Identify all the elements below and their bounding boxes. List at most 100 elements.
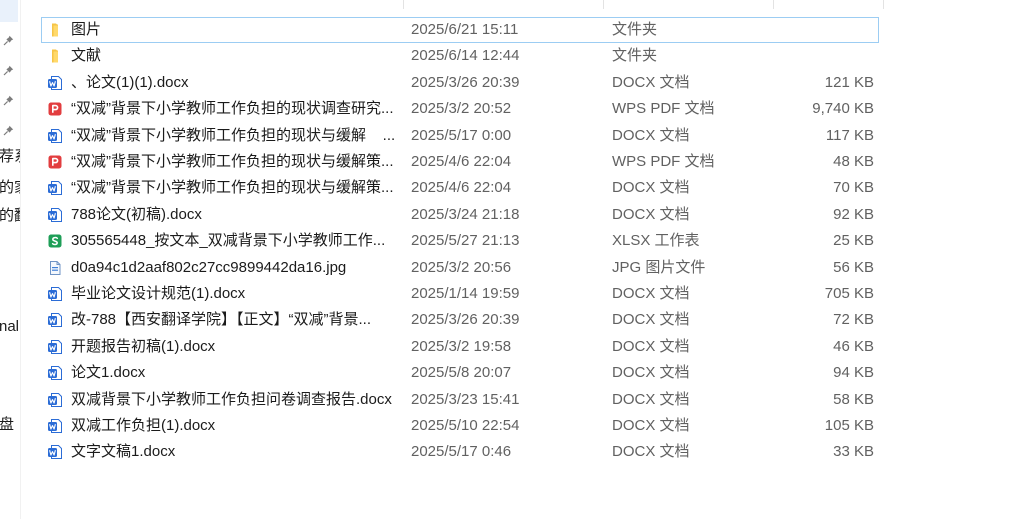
file-size: 121 KB xyxy=(824,73,874,91)
file-size: 46 KB xyxy=(833,337,874,355)
file-date-modified: 2025/5/17 0:46 xyxy=(411,443,512,461)
file-date-modified: 2025/3/24 21:18 xyxy=(411,205,520,223)
file-date-modified: 2025/4/6 22:04 xyxy=(411,153,512,170)
file-type: DOCX 文档 xyxy=(612,126,690,144)
file-name: “双减”背景下小学教师工作负担的现状与缓解 ... xyxy=(71,126,396,144)
pin-icon[interactable] xyxy=(3,95,14,106)
word-doc-icon xyxy=(47,444,63,460)
nav-item-label[interactable]: 荐系 xyxy=(0,148,20,166)
pin-icon[interactable] xyxy=(3,125,14,136)
file-size: 56 KB xyxy=(833,258,874,276)
pdf-doc-icon xyxy=(47,154,63,170)
file-type: DOCX 文档 xyxy=(612,443,690,461)
word-doc-icon xyxy=(47,392,63,408)
file-type: DOCX 文档 xyxy=(612,285,690,302)
file-type: DOCX 文档 xyxy=(612,417,690,434)
file-row[interactable]: 双减背景下小学教师工作负担问卷调查报告.docx 2025/3/23 15:41 D… xyxy=(41,387,879,413)
file-date-modified: 2025/1/14 19:59 xyxy=(411,285,520,302)
file-name: 开题报告初稿(1).docx xyxy=(71,337,216,355)
file-row[interactable]: “双减”背景下小学教师工作负担的现状与缓解策... 2025/4/6 22:04 D… xyxy=(41,175,879,201)
file-type: 文件夹 xyxy=(612,47,658,65)
file-size: 25 KB xyxy=(833,232,874,250)
word-doc-icon xyxy=(47,180,63,196)
file-date-modified: 2025/3/2 20:56 xyxy=(411,258,512,276)
file-type: DOCX 文档 xyxy=(612,179,690,197)
navigation-pane: 荐系 的家 的翻 nal 盘 xyxy=(0,0,21,519)
file-row[interactable]: “双减”背景下小学教师工作负担的现状与缓解 ... 2025/5/17 0:00 D… xyxy=(41,123,879,149)
file-date-modified: 2025/5/17 0:00 xyxy=(411,126,512,144)
file-name: d0a94c1d2aaf802c27cc9899442da16.jpg xyxy=(71,258,347,276)
file-list: 图片 2025/6/21 15:11 文件夹 文献 2025/6/14 12:44 文件… xyxy=(41,17,879,469)
pin-icon[interactable] xyxy=(3,65,14,76)
file-date-modified: 2025/6/21 15:11 xyxy=(411,21,519,38)
file-type: WPS PDF 文档 xyxy=(612,153,715,170)
nav-item-label[interactable]: 盘 xyxy=(0,416,14,434)
file-name: “双减”背景下小学教师工作负担的现状与缓解策... xyxy=(71,153,394,170)
word-doc-icon xyxy=(47,128,63,144)
column-divider[interactable] xyxy=(403,0,404,9)
word-doc-icon xyxy=(47,286,63,302)
file-row[interactable]: 开题报告初稿(1).docx 2025/3/2 19:58 DOCX 文档 46 KB xyxy=(41,334,879,360)
pin-icon[interactable] xyxy=(3,35,14,46)
file-type: 文件夹 xyxy=(612,21,658,38)
column-divider[interactable] xyxy=(773,0,774,9)
file-row[interactable]: 毕业论文设计规范(1).docx 2025/1/14 19:59 DOCX 文档 70… xyxy=(41,281,879,307)
column-divider[interactable] xyxy=(883,0,884,9)
file-row[interactable]: 、论文(1)(1).docx 2025/3/26 20:39 DOCX 文档 121 … xyxy=(41,70,879,96)
file-size: 705 KB xyxy=(824,285,874,302)
spreadsheet-icon xyxy=(47,233,63,249)
file-name: 305565448_按文本_双减背景下小学教师工作... xyxy=(71,232,386,250)
file-row[interactable]: “双减”背景下小学教师工作负担的现状调查研究... 2025/3/2 20:52 W… xyxy=(41,96,879,122)
file-row[interactable]: 图片 2025/6/21 15:11 文件夹 xyxy=(41,17,879,43)
pdf-doc-icon xyxy=(47,101,63,117)
nav-item-label[interactable]: 的家 xyxy=(0,179,20,197)
file-size: 92 KB xyxy=(833,205,874,223)
file-row[interactable]: 文献 2025/6/14 12:44 文件夹 xyxy=(41,43,879,69)
file-type: DOCX 文档 xyxy=(612,390,690,408)
file-row[interactable]: 改-788【西安翻译学院】【正文】“双减”背景... 2025/3/26 20:3… xyxy=(41,307,879,333)
file-row[interactable]: “双减”背景下小学教师工作负担的现状与缓解策... 2025/4/6 22:04 W… xyxy=(41,149,879,175)
file-row[interactable]: 双减工作负担(1).docx 2025/5/10 22:54 DOCX 文档 105 … xyxy=(41,413,879,439)
file-name: “双减”背景下小学教师工作负担的现状与缓解策... xyxy=(71,179,394,197)
file-type: WPS PDF 文档 xyxy=(612,100,715,118)
word-doc-icon xyxy=(47,207,63,223)
file-row[interactable]: d0a94c1d2aaf802c27cc9899442da16.jpg 2025/… xyxy=(41,255,879,281)
file-row[interactable]: 788论文(初稿).docx 2025/3/24 21:18 DOCX 文档 92 K… xyxy=(41,202,879,228)
file-date-modified: 2025/6/14 12:44 xyxy=(411,47,520,65)
file-type: DOCX 文档 xyxy=(612,337,690,355)
file-name: “双减”背景下小学教师工作负担的现状调查研究... xyxy=(71,100,394,118)
file-row[interactable]: 论文1.docx 2025/5/8 20:07 DOCX 文档 94 KB xyxy=(41,360,879,386)
file-date-modified: 2025/5/8 20:07 xyxy=(411,364,512,382)
nav-item-label[interactable]: 的翻 xyxy=(0,207,20,225)
file-type: JPG 图片文件 xyxy=(612,258,706,276)
nav-selected-item[interactable] xyxy=(0,0,18,22)
folder-icon xyxy=(47,48,63,64)
file-date-modified: 2025/5/27 21:13 xyxy=(411,232,520,250)
word-doc-icon xyxy=(47,312,63,328)
file-date-modified: 2025/3/23 15:41 xyxy=(411,390,520,408)
word-doc-icon xyxy=(47,365,63,381)
file-row[interactable]: 文字文稿1.docx 2025/5/17 0:46 DOCX 文档 33 KB xyxy=(41,439,879,465)
column-divider[interactable] xyxy=(603,0,604,9)
file-name: 788论文(初稿).docx xyxy=(71,205,202,223)
file-date-modified: 2025/3/26 20:39 xyxy=(411,73,520,91)
file-row[interactable]: 305565448_按文本_双减背景下小学教师工作... 2025/5/27 21… xyxy=(41,228,879,254)
word-doc-icon xyxy=(47,75,63,91)
file-type: DOCX 文档 xyxy=(612,73,690,91)
column-header xyxy=(21,0,1024,9)
word-doc-icon xyxy=(47,339,63,355)
file-type: DOCX 文档 xyxy=(612,205,690,223)
file-size: 72 KB xyxy=(833,311,874,329)
file-size: 58 KB xyxy=(833,390,874,408)
nav-item-label[interactable]: nal xyxy=(0,318,19,336)
word-doc-icon xyxy=(47,418,63,434)
file-size: 9,740 KB xyxy=(812,100,874,118)
file-date-modified: 2025/4/6 22:04 xyxy=(411,179,512,197)
file-type: XLSX 工作表 xyxy=(612,232,700,250)
image-file-icon xyxy=(47,260,63,276)
file-date-modified: 2025/3/2 20:52 xyxy=(411,100,512,118)
file-name: 文字文稿1.docx xyxy=(71,443,176,461)
file-name: 图片 xyxy=(71,21,102,38)
file-name: 双减工作负担(1).docx xyxy=(71,417,216,434)
file-type: DOCX 文档 xyxy=(612,311,690,329)
